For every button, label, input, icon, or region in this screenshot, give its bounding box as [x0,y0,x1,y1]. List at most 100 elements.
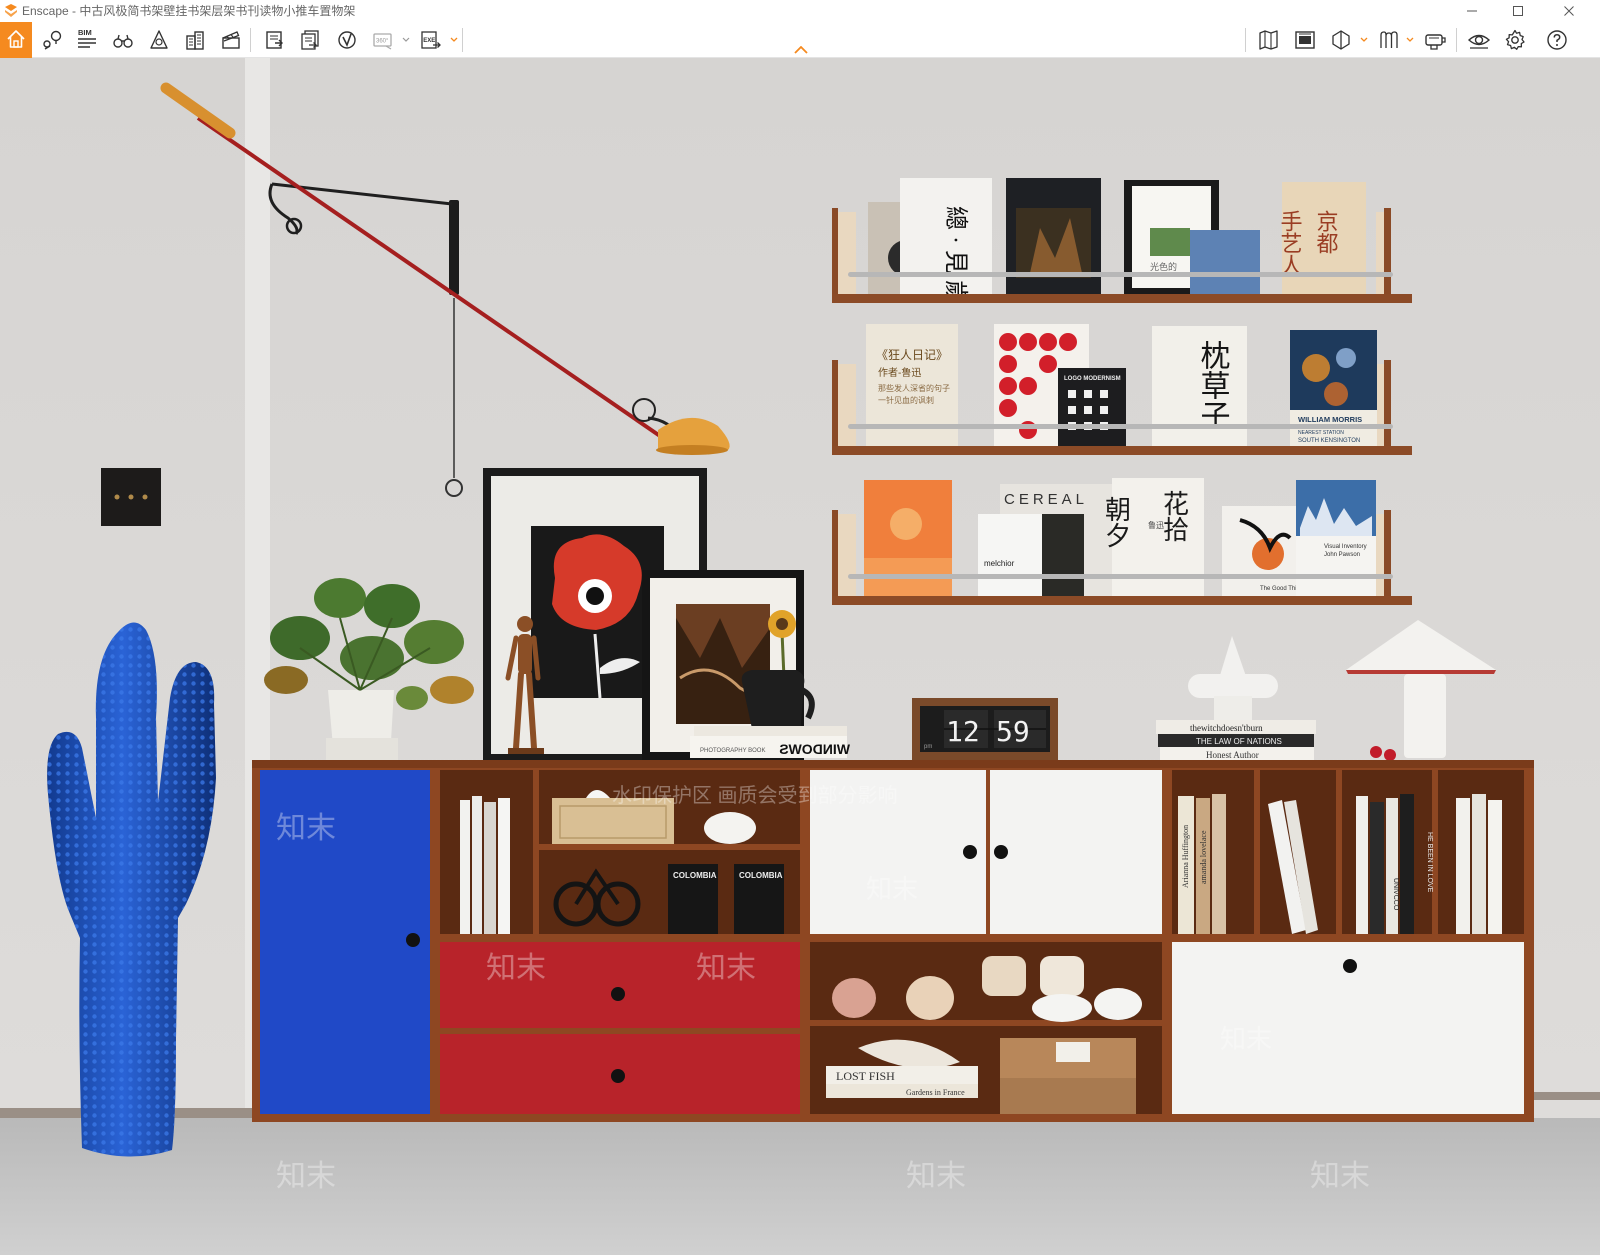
watermark-logo: 知末 [486,952,546,985]
capture-icon [1425,34,1446,50]
sideboard-cabinet: COLOMBIA COLOMBIA LOST FISH Gardens in F… [252,760,1534,1122]
book-title: LOGO MODERNISM [1064,376,1121,382]
exe-export-button[interactable]: EXE [414,22,448,58]
panorama-label: 360° [376,39,389,45]
screenshot-icon [266,31,283,49]
watermark-logo: 知末 [276,1160,336,1193]
watermark-logo: 知末 [866,874,918,904]
clapperboard-icon [222,31,240,49]
video-editor-button[interactable] [214,22,248,58]
settings-button[interactable] [1498,22,1532,58]
panorama-button[interactable]: 360° [366,22,400,58]
window-title: Enscape - 中古风极简书架壁挂书架层架书刊读物小推车置物架 [22,4,356,18]
book-title-vertical: 花拾 [1160,490,1189,542]
toolbar-separator [1245,28,1246,52]
light-switch [101,468,161,526]
maximize-button[interactable] [1495,0,1541,22]
book-spine: thewitchdoesn'tburn [1190,723,1263,733]
maximize-icon [1513,6,1523,16]
flip-clock: 12 59 pm [912,698,1058,760]
watermark-logo: 知末 [276,812,336,845]
views-binoculars-button[interactable] [106,22,140,58]
clock-minute: 59 [996,715,1030,748]
book-title-vertical: 枕草子 [1196,340,1231,430]
bim-info-button[interactable]: BIM [70,22,104,58]
watermark-logo: 知末 [906,1160,966,1193]
book-author: 鲁迅 [1148,520,1164,530]
screenshot-button[interactable] [258,22,292,58]
exe-label: EXE [423,38,435,44]
panorama-dropdown-button[interactable] [400,22,412,58]
web-export-icon [338,31,356,49]
book-title: Visual Inventory [1324,544,1367,550]
book-title: 光色的 [1150,261,1177,272]
book-spine: LOST FISH [836,1069,895,1083]
buildings-button[interactable] [178,22,212,58]
chevron-down-icon [450,37,458,42]
book-title: 《狂人日记》 [876,348,948,362]
help-button[interactable] [1540,22,1574,58]
coffee-bag-label: COLOMBIA [739,871,783,880]
book-spine: amanda lovelace [1199,830,1208,884]
book-title: WILLIAM MORRIS [1298,415,1362,424]
map-book-button[interactable] [1252,22,1286,58]
collapse-toolbar-button[interactable] [792,44,810,56]
chevron-down-icon [402,37,410,42]
book-spine: UNIVCCO [1392,878,1399,911]
web-standalone-button[interactable] [330,22,364,58]
book-title-vertical: 朝夕 [1102,496,1131,548]
map-pin-icon [43,30,62,50]
book-stack-windows: WINDOWS PHOTOGRAPHY BOOK [690,726,850,758]
minimize-button[interactable] [1449,0,1495,22]
toolbar-separator [250,28,251,52]
location-pins-button[interactable] [36,22,70,58]
asset-library-icon [1380,31,1398,48]
scene-render: 總 · 見 歲 光色的 手艺人 京都 《狂人日记》 作者-鲁迅 那些发人深省的句… [0,58,1600,1255]
wall-shelf-bottom: CEREAL melchior 朝夕 花拾 鲁迅 The Good Thing … [832,478,1412,605]
toolbar-separator [462,28,463,52]
book-title-vertical: 京都 [1314,210,1339,254]
book-title: CEREAL [1004,491,1088,508]
atmosphere-button[interactable] [142,22,176,58]
views-manager-button[interactable] [1288,22,1322,58]
batch-render-icon [301,30,319,50]
book-title: melchior [984,559,1015,568]
close-button[interactable] [1546,0,1592,22]
atmosphere-icon [150,30,168,49]
section-view-button[interactable] [1324,22,1358,58]
home-icon [7,30,25,48]
book-subtitle: SOUTH KENSINGTON [1298,438,1360,444]
panorama-360-icon: 360° [373,33,392,50]
clock-hour: 12 [946,715,980,748]
book-spine: Gardens in France [906,1088,965,1097]
render-viewport[interactable]: 總 · 見 歲 光色的 手艺人 京都 《狂人日记》 作者-鲁迅 那些发人深省的句… [0,58,1600,1255]
settings-gear-icon [1505,29,1525,50]
title-bar: Enscape - 中古风极简书架壁挂书架层架书刊读物小推车置物架 [0,0,1600,22]
visibility-button[interactable] [1462,22,1496,58]
book-spine: PHOTOGRAPHY BOOK [700,748,765,754]
help-icon [1547,30,1567,50]
asset-library-button[interactable] [1372,22,1406,58]
book-spine: Arianna Huffington [1181,825,1190,888]
book-title-vertical: 手艺人 [1278,210,1303,276]
batch-render-button[interactable] [294,22,328,58]
chevron-down-icon [1360,37,1368,42]
book-subtitle: NEAREST STATION [1298,430,1344,436]
book-spine: HE BEEN IN LOVE [1426,832,1433,893]
chevron-down-icon [1406,37,1414,42]
home-button[interactable] [0,22,32,58]
export-dropdown-button[interactable] [448,22,460,58]
book-spine: WINDOWS [779,741,850,757]
clock-ampm: pm [924,744,932,750]
bim-label: BIM [78,28,92,37]
chevron-up-icon [794,46,808,54]
asset-dropdown-button[interactable] [1404,22,1416,58]
visibility-eye-icon [1467,34,1491,49]
close-icon [1564,6,1574,16]
views-icon [1295,31,1315,49]
section-icon [1332,30,1350,50]
section-dropdown-button[interactable] [1358,22,1370,58]
capture-button[interactable] [1418,22,1452,58]
bim-info-icon: BIM [78,28,96,48]
watermark-logo: 知末 [1220,1024,1272,1054]
